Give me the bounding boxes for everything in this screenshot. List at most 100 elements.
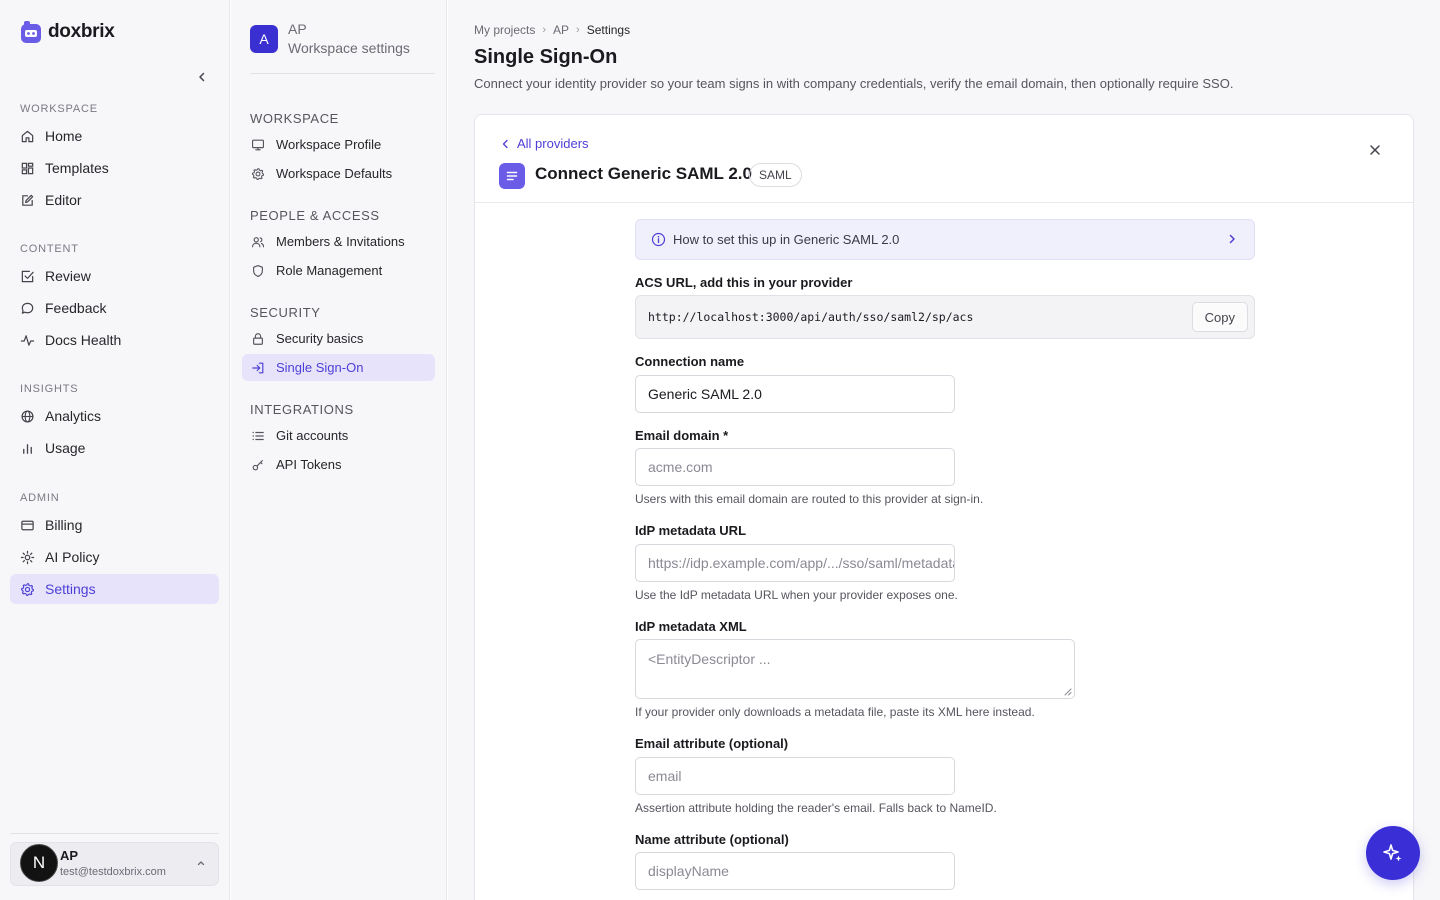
nav-section-title: WORKSPACE bbox=[20, 103, 98, 115]
nav-section-title: INSIGHTS bbox=[20, 383, 79, 395]
lock-icon bbox=[253, 332, 263, 345]
subnav-section-workspace: WORKSPACE Workspace Profile Workspace De… bbox=[242, 109, 435, 187]
subnav-section-title: WORKSPACE bbox=[250, 111, 339, 126]
subnav-item-role-management[interactable]: Role Management bbox=[242, 257, 435, 284]
ai-assistant-button[interactable] bbox=[1366, 826, 1420, 880]
main-content: My projects › AP › Settings Single Sign-… bbox=[448, 0, 1440, 900]
sparkles-icon bbox=[1383, 844, 1402, 862]
subnav-item-label: Workspace Defaults bbox=[276, 166, 393, 181]
sidebar-item-label: Editor bbox=[45, 192, 82, 208]
subnav-item-label: Git accounts bbox=[276, 428, 349, 443]
nav-section-content: CONTENT Review Feedback Docs Health bbox=[10, 239, 219, 355]
sidebar-item-label: AI Policy bbox=[45, 549, 100, 565]
subnav-item-label: Members & Invitations bbox=[276, 234, 405, 249]
nav-section-insights: INSIGHTS Analytics Usage bbox=[10, 379, 219, 463]
resize-grip-icon[interactable] bbox=[1064, 688, 1072, 696]
collapse-sidebar-button[interactable] bbox=[192, 67, 212, 87]
card-icon bbox=[21, 520, 34, 530]
breadcrumb: My projects › AP › Settings bbox=[474, 23, 630, 37]
brand[interactable]: doxbrix bbox=[20, 20, 115, 44]
breadcrumb-item-ap[interactable]: AP bbox=[553, 23, 569, 37]
chevron-left-icon bbox=[502, 139, 508, 148]
email-domain-label: Email domain * bbox=[635, 428, 729, 443]
subnav-item-workspace-defaults[interactable]: Workspace Defaults bbox=[242, 160, 435, 187]
sidebar-item-templates[interactable]: Templates bbox=[10, 153, 219, 183]
subnav-item-workspace-profile[interactable]: Workspace Profile bbox=[242, 131, 435, 158]
workspace-name: AP bbox=[288, 21, 307, 37]
nav-section-title: ADMIN bbox=[20, 492, 60, 504]
metadata-url-label: IdP metadata URL bbox=[635, 523, 747, 538]
metadata-url-input[interactable]: https://idp.example.com/app/.../sso/saml… bbox=[635, 544, 955, 582]
sidebar-item-usage[interactable]: Usage bbox=[10, 433, 219, 463]
sidebar-divider bbox=[10, 833, 219, 834]
close-icon bbox=[1370, 145, 1380, 155]
metadata-url-hint: Use the IdP metadata URL when your provi… bbox=[635, 588, 958, 602]
gear-icon bbox=[21, 582, 34, 596]
chat-icon bbox=[21, 302, 34, 314]
sidebar-item-docs-health[interactable]: Docs Health bbox=[10, 325, 219, 355]
avatar: N bbox=[20, 844, 58, 882]
sidebar-item-editor[interactable]: Editor bbox=[10, 185, 219, 215]
subnav-item-git-accounts[interactable]: Git accounts bbox=[242, 422, 435, 449]
subnav-item-label: Role Management bbox=[276, 263, 383, 278]
sidebar-item-label: Docs Health bbox=[45, 332, 122, 348]
acs-url-box: http://localhost:3000/api/auth/sso/saml2… bbox=[635, 295, 1255, 339]
sidebar-item-label: Templates bbox=[45, 160, 109, 176]
connection-name-input[interactable]: Generic SAML 2.0 bbox=[635, 375, 955, 413]
chevron-up-icon bbox=[197, 861, 205, 866]
subnav-item-members-invitations[interactable]: Members & Invitations bbox=[242, 228, 435, 255]
sidebar-item-label: Billing bbox=[45, 517, 83, 533]
bar-chart-icon bbox=[23, 443, 32, 454]
workspace-avatar: A bbox=[250, 25, 278, 53]
close-button[interactable] bbox=[1365, 140, 1385, 160]
subnav-section-title: SECURITY bbox=[250, 305, 321, 320]
email-domain-hint: Users with this email domain are routed … bbox=[635, 492, 984, 506]
key-icon bbox=[252, 459, 263, 470]
gear-icon bbox=[251, 167, 265, 180]
sidebar-item-home[interactable]: Home bbox=[10, 121, 219, 151]
users-icon bbox=[252, 236, 265, 247]
setup-guide-toggle[interactable]: How to set this up in Generic SAML 2.0 bbox=[635, 219, 1255, 260]
sidebar-item-analytics[interactable]: Analytics bbox=[10, 401, 219, 431]
copy-button[interactable]: Copy bbox=[1191, 302, 1248, 332]
breadcrumb-separator: › bbox=[542, 24, 547, 36]
subnav-section-title: PEOPLE & ACCESS bbox=[250, 208, 380, 223]
sidebar-item-review[interactable]: Review bbox=[10, 261, 219, 291]
subnav-item-security-basics[interactable]: Security basics bbox=[242, 325, 435, 352]
sidebar-item-billing[interactable]: Billing bbox=[10, 510, 219, 540]
sso-provider-card: All providers Connect Generic SAML 2.0 S… bbox=[474, 114, 1414, 900]
metadata-xml-textarea[interactable]: <EntityDescriptor ... bbox=[635, 639, 1075, 699]
page-title: Single Sign-On bbox=[474, 46, 618, 68]
metadata-xml-placeholder: <EntityDescriptor ... bbox=[648, 651, 771, 667]
acs-url-value: http://localhost:3000/api/auth/sso/saml2… bbox=[648, 310, 974, 324]
provider-icon bbox=[499, 163, 525, 189]
pulse-icon bbox=[20, 334, 35, 346]
sidebar-item-label: Usage bbox=[45, 440, 86, 456]
email-domain-input[interactable]: acme.com bbox=[635, 448, 955, 486]
subnav-item-api-tokens[interactable]: API Tokens bbox=[242, 451, 435, 478]
subnav-item-label: Workspace Profile bbox=[276, 137, 382, 152]
sign-in-icon bbox=[252, 362, 264, 373]
sidebar-item-feedback[interactable]: Feedback bbox=[10, 293, 219, 323]
name-attribute-input[interactable]: displayName bbox=[635, 852, 955, 890]
doxbrix-logo-icon bbox=[21, 21, 41, 43]
email-attribute-hint: Assertion attribute holding the reader's… bbox=[635, 801, 997, 815]
breadcrumb-item-my-projects[interactable]: My projects bbox=[474, 23, 535, 37]
subnav-section-title: INTEGRATIONS bbox=[250, 402, 354, 417]
sidebar-item-settings[interactable]: Settings bbox=[10, 574, 219, 604]
subnav-item-label: Single Sign-On bbox=[276, 360, 364, 375]
chevron-right-icon bbox=[1229, 234, 1235, 244]
subnav-item-label: Security basics bbox=[276, 331, 364, 346]
settings-sidebar: A AP Workspace settings WORKSPACE Worksp… bbox=[231, 0, 447, 900]
sidebar-item-label: Analytics bbox=[45, 408, 102, 424]
subnav-item-single-sign-on[interactable]: Single Sign-On bbox=[242, 354, 435, 381]
nav-section-title: CONTENT bbox=[20, 243, 79, 255]
chevron-left-icon bbox=[199, 72, 205, 82]
email-attribute-input[interactable]: email bbox=[635, 757, 955, 795]
setup-guide-label: How to set this up in Generic SAML 2.0 bbox=[673, 232, 900, 247]
user-menu[interactable]: N AP test@testdoxbrix.com bbox=[10, 842, 219, 886]
breadcrumb-separator: › bbox=[576, 24, 580, 36]
templates-icon bbox=[21, 162, 34, 174]
sidebar-item-ai-policy[interactable]: AI Policy bbox=[10, 542, 219, 572]
all-providers-link[interactable]: All providers bbox=[501, 136, 589, 151]
